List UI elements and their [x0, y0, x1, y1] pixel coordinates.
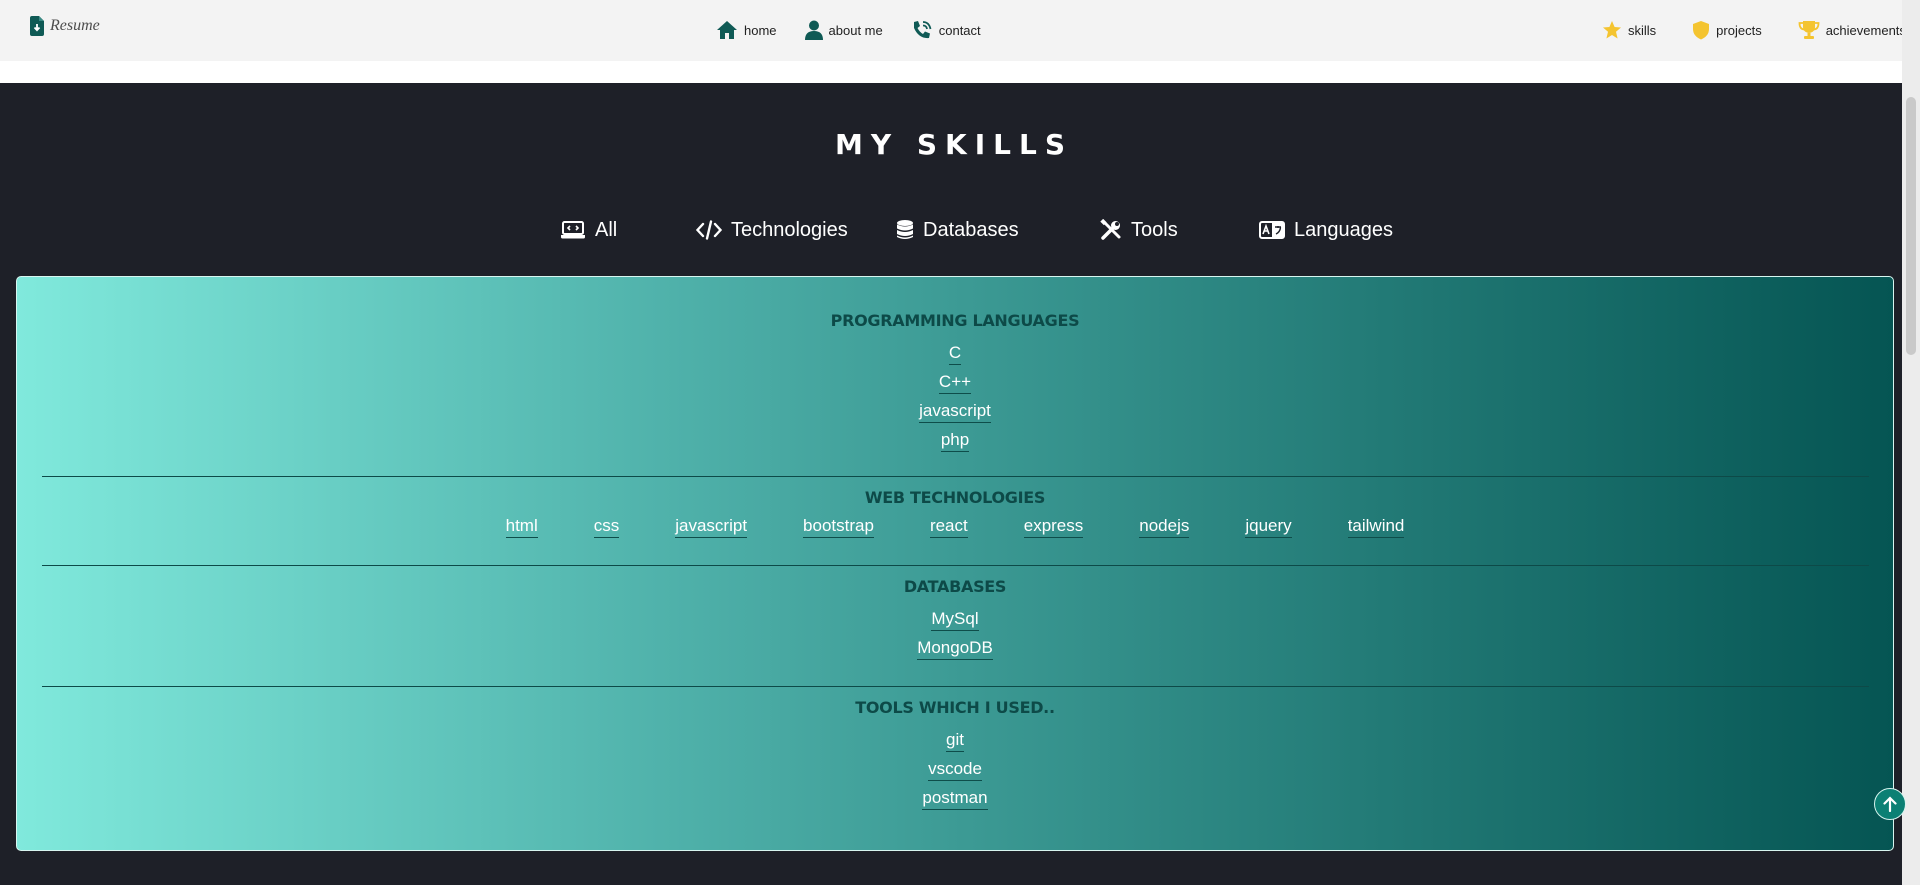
nav-about[interactable]: about me — [804, 15, 883, 45]
skill-item[interactable]: MongoDB — [917, 637, 993, 660]
back-to-top-button[interactable] — [1874, 788, 1906, 820]
group-title: WEB TECHNOLOGIES — [864, 488, 1046, 507]
tab-databases-label: Databases — [923, 218, 1019, 241]
group-web-technologies: WEB TECHNOLOGIES html css javascript boo… — [17, 488, 1893, 538]
skill-item[interactable]: jquery — [1245, 515, 1292, 538]
brand-label: Resume — [50, 17, 100, 34]
star-icon — [1603, 21, 1621, 39]
nav-achievements[interactable]: achievements — [1798, 15, 1906, 45]
skill-list: html css javascript bootstrap react expr… — [17, 515, 1893, 538]
skill-list: git vscode postman — [17, 729, 1893, 816]
group-title: DATABASES — [903, 577, 1007, 596]
skill-item[interactable]: MySql — [931, 608, 979, 631]
trophy-icon — [1798, 21, 1820, 39]
scrollbar-thumb[interactable] — [1906, 97, 1916, 355]
language-icon — [1259, 221, 1285, 239]
section-title: MY SKILLS — [834, 128, 1074, 161]
tab-tools-label: Tools — [1131, 218, 1178, 241]
center-nav: home about me contact — [716, 15, 1009, 45]
skills-card: PROGRAMMING LANGUAGES C C++ javascript p… — [16, 276, 1894, 851]
nav-projects[interactable]: projects — [1692, 15, 1762, 45]
skill-item[interactable]: postman — [922, 787, 988, 810]
skill-item[interactable]: php — [940, 429, 970, 452]
nav-achievements-label: achievements — [1825, 22, 1906, 38]
skill-item[interactable]: javascript — [675, 515, 748, 538]
skill-item[interactable]: C — [948, 342, 962, 365]
skill-item[interactable]: git — [946, 729, 964, 752]
skill-item[interactable]: react — [929, 515, 968, 538]
nav-home[interactable]: home — [716, 15, 777, 45]
phone-icon — [913, 21, 932, 39]
skill-item[interactable]: html — [505, 515, 538, 538]
tools-icon — [1100, 219, 1121, 240]
skill-list: C C++ javascript php — [17, 342, 1893, 458]
arrow-up-icon — [1883, 796, 1897, 812]
group-databases: DATABASES MySql MongoDB — [17, 577, 1893, 666]
group-tools: TOOLS WHICH I USED.. git vscode postman — [17, 698, 1893, 816]
skill-item[interactable]: bootstrap — [803, 515, 874, 538]
group-title: PROGRAMMING LANGUAGES — [830, 311, 1080, 330]
resume-link[interactable]: Resume — [30, 16, 100, 36]
tab-technologies-label: Technologies — [731, 218, 848, 241]
group-programming-languages: PROGRAMMING LANGUAGES C C++ javascript p… — [17, 311, 1893, 458]
top-navbar: Resume home about me contact skills proj… — [0, 0, 1906, 61]
skill-item[interactable]: vscode — [928, 758, 982, 781]
skill-filter-tabs: All Technologies Databases Tools Languag… — [0, 212, 1920, 248]
nav-projects-label: projects — [1716, 22, 1762, 38]
right-nav: skills projects achievements — [1602, 15, 1906, 45]
skill-list: MySql MongoDB — [17, 608, 1893, 666]
tab-technologies[interactable]: Technologies — [696, 212, 848, 248]
divider — [42, 476, 1869, 477]
skill-item[interactable]: C++ — [938, 371, 972, 394]
group-title: TOOLS WHICH I USED.. — [855, 698, 1055, 717]
nav-contact[interactable]: contact — [911, 15, 981, 45]
nav-skills-label: skills — [1628, 22, 1657, 38]
code-icon — [696, 220, 722, 240]
skill-item[interactable]: tailwind — [1347, 515, 1405, 538]
divider — [42, 686, 1869, 687]
tab-databases[interactable]: Databases — [896, 212, 1019, 248]
tab-all[interactable]: All — [560, 212, 617, 248]
nav-about-label: about me — [828, 22, 883, 38]
divider — [42, 565, 1869, 566]
database-icon — [897, 220, 913, 239]
skill-item[interactable]: nodejs — [1139, 515, 1190, 538]
user-icon — [804, 20, 823, 40]
skill-item[interactable]: express — [1023, 515, 1084, 538]
skill-item[interactable]: css — [593, 515, 620, 538]
nav-skills[interactable]: skills — [1602, 15, 1656, 45]
tab-languages[interactable]: Languages — [1259, 212, 1393, 248]
skill-item[interactable]: javascript — [919, 400, 991, 423]
laptop-code-icon — [561, 221, 585, 239]
home-icon — [717, 21, 737, 39]
tab-tools[interactable]: Tools — [1100, 212, 1178, 248]
nav-contact-label: contact — [938, 22, 981, 38]
shield-icon — [1693, 21, 1710, 40]
navbar-spacer — [0, 61, 1902, 83]
tab-languages-label: Languages — [1294, 218, 1393, 241]
nav-home-label: home — [744, 22, 777, 38]
file-download-icon — [30, 16, 44, 36]
tab-all-label: All — [595, 218, 618, 241]
